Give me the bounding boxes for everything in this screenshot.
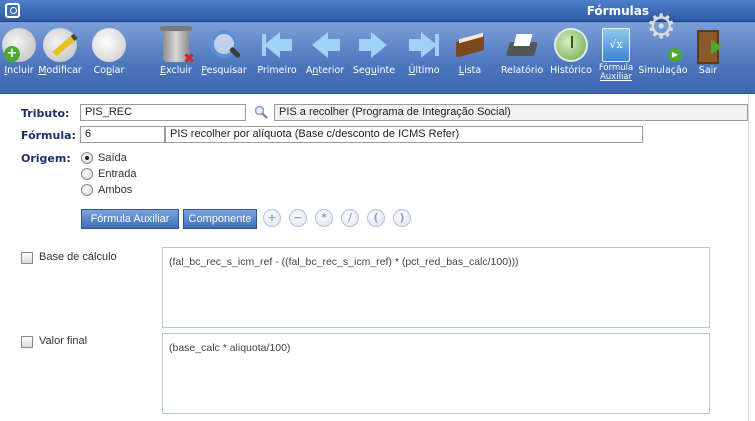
exit-door-icon [692,28,726,64]
plus-operator-button[interactable]: + [263,209,281,227]
base-calculo-expression[interactable]: (fal_bc_rec_s_icm_ref - ((fal_bc_rec_s_i… [162,247,710,328]
simulacao-button[interactable]: Simulação [638,22,688,90]
right-divider [748,94,749,421]
formula-code-field[interactable]: 6 [80,126,165,143]
pesquisar-button[interactable]: Pesquisar [196,26,252,90]
base-calculo-label: Base de cálculo [39,251,117,263]
gear-run-icon [646,22,682,62]
origem-radio-saida[interactable]: Saída [81,151,127,165]
close-paren-button[interactable]: ) [393,209,411,227]
origem-label: Origem: [21,152,71,165]
valor-final-expression[interactable]: (base_calc * aliquota/100) [162,333,710,414]
formula-auxiliar-toolbar-button[interactable]: √x Fórmula Auxiliar [597,26,635,90]
relatorio-button[interactable]: Relatório [498,26,546,90]
previous-record-icon [308,28,342,62]
add-icon [2,28,36,62]
history-clock-icon [554,28,588,62]
edit-icon [43,28,77,62]
radio-unselected-icon[interactable] [81,184,93,196]
anterior-button[interactable]: Anterior [302,26,348,90]
tributo-label: Tributo: [21,107,70,120]
historico-button[interactable]: Histórico [548,26,594,90]
first-record-icon [260,28,294,62]
lista-button[interactable]: Lista [452,26,488,90]
tributo-search-icon[interactable] [254,105,268,119]
open-paren-button[interactable]: ( [367,209,385,227]
tributo-description-field: PIS a recolher (Programa de Integração S… [274,104,748,121]
copiar-button[interactable]: Copiar [86,26,132,90]
origem-radio-ambos[interactable]: Ambos [81,183,132,197]
base-calculo-checkbox[interactable] [21,252,33,264]
valor-final-checkbox[interactable] [21,336,33,348]
last-record-icon [407,28,441,62]
window-title: Fórmulas [586,4,649,18]
radio-selected-icon[interactable] [81,152,93,164]
seguinte-button[interactable]: Seguinte [350,26,398,90]
toolbar: Incluir Modificar Copiar Excluir Pesquis… [0,22,755,94]
formula-description-field[interactable]: PIS recolher por alíquota (Base c/descon… [165,126,643,143]
trash-icon [160,26,195,64]
componente-button[interactable]: Componente [183,209,257,229]
book-list-icon [453,28,487,62]
printer-icon [505,28,539,62]
valor-final-label: Valor final [39,335,88,347]
title-bar: Fórmulas [0,0,755,22]
modificar-button[interactable]: Modificar [36,26,84,90]
multiply-operator-button[interactable]: * [315,209,333,227]
copy-icon [92,28,126,62]
square-root-icon: √x [602,28,630,62]
formula-label: Fórmula: [21,129,76,142]
minus-operator-button[interactable]: − [289,209,307,227]
search-icon [207,28,241,62]
incluir-button[interactable]: Incluir [2,26,36,90]
next-record-icon [357,28,391,62]
app-menu-icon[interactable] [5,3,20,18]
sair-button[interactable]: Sair [692,26,724,90]
divide-operator-button[interactable]: / [341,209,359,227]
excluir-button[interactable]: Excluir [158,26,195,90]
origem-radio-entrada[interactable]: Entrada [81,167,137,181]
tributo-code-field[interactable]: PIS_REC [80,104,246,121]
ultimo-button[interactable]: Último [404,26,444,90]
formula-auxiliar-button[interactable]: Fórmula Auxiliar [81,209,179,229]
primeiro-button[interactable]: Primeiro [254,26,300,90]
radio-unselected-icon[interactable] [81,168,93,180]
